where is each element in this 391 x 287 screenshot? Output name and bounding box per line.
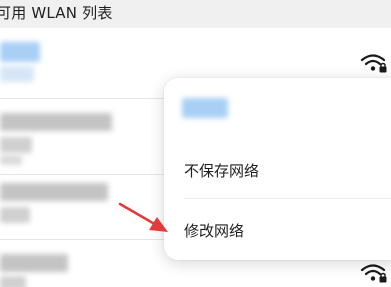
section-title: 可用 WLAN 列表 [0,4,113,22]
network-name-blurred [0,137,32,153]
network-context-menu: 不保存网络 修改网络 [164,78,391,260]
menu-network-name-blurred [182,98,228,118]
network-name-blurred [0,207,30,223]
network-name-blurred [0,42,40,62]
wlan-settings-screen: 可用 WLAN 列表 不保存网络 修改网络 [0,0,391,287]
wifi-locked-icon [360,264,387,283]
network-name-blurred [0,66,34,82]
network-name-blurred [0,276,26,287]
network-name-blurred [0,155,22,165]
network-name-blurred [0,254,68,272]
network-name-blurred [0,183,108,201]
menu-divider [184,198,391,199]
modify-network-menu-item[interactable]: 修改网络 [184,220,244,241]
forget-network-menu-item[interactable]: 不保存网络 [184,160,259,181]
wifi-locked-icon [360,54,387,73]
network-name-blurred [0,113,112,131]
